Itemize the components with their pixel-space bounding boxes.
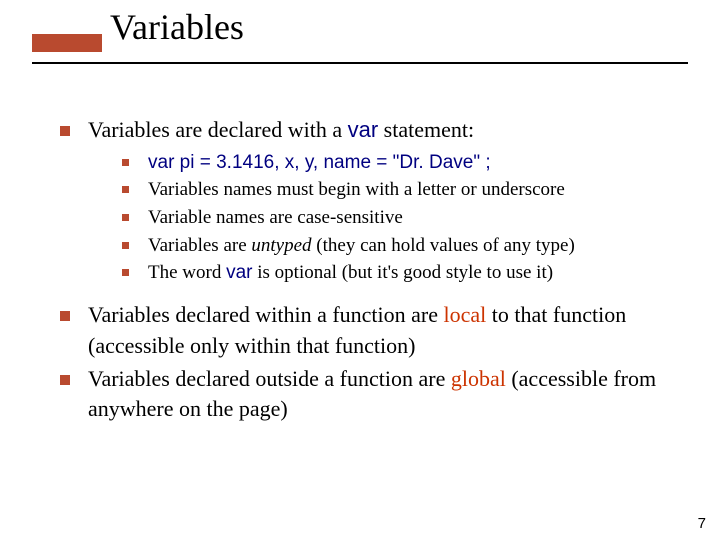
bullet-1-code: var [348,117,379,142]
page-number: 7 [698,515,706,532]
bullet-2-red: local [444,302,487,327]
sub-bullet-5-code: var [226,262,252,283]
sublist-1: var pi = 3.1416, x, y, name = "Dr. Dave"… [122,150,680,286]
sub-bullet-1: var pi = 3.1416, x, y, name = "Dr. Dave"… [122,150,680,176]
sub-bullet-5-post: is optional (but it's good style to use … [253,262,554,283]
content-area: Variables are declared with a var statem… [60,115,680,427]
slide-title: Variables [110,8,688,48]
sub-bullet-4-em: untyped [251,235,311,256]
sub-bullet-4: Variables are untyped (they can hold val… [122,233,680,259]
bullet-3: Variables declared outside a function ar… [60,364,680,426]
bullet-2: Variables declared within a function are… [60,300,680,362]
bullet-2-pre: Variables declared within a function are [88,302,444,327]
bullet-1-text-pre: Variables are declared with a [88,117,348,142]
sub-bullet-2: Variables names must begin with a letter… [122,177,680,203]
slide: Variables Variables are declared with a … [0,0,720,540]
sub-bullet-5: The word var is optional (but it's good … [122,260,680,286]
sub-bullet-4-pre: Variables are [148,235,251,256]
bullet-3-pre: Variables declared outside a function ar… [88,366,451,391]
title-underline [32,62,688,64]
sub-bullet-3: Variable names are case-sensitive [122,205,680,231]
bullet-1: Variables are declared with a var statem… [60,115,680,286]
bullet-1-text-post: statement: [378,117,474,142]
sub-bullet-5-pre: The word [148,262,226,283]
sub-bullet-1-code: var pi = 3.1416, x, y, name = "Dr. Dave"… [148,152,491,173]
title-area: Variables [32,8,688,48]
bullet-3-red: global [451,366,506,391]
sub-bullet-3-text: Variable names are case-sensitive [148,207,403,228]
sub-bullet-4-post: (they can hold values of any type) [312,235,575,256]
title-accent-bar [32,34,102,52]
sub-bullet-2-text: Variables names must begin with a letter… [148,179,565,200]
